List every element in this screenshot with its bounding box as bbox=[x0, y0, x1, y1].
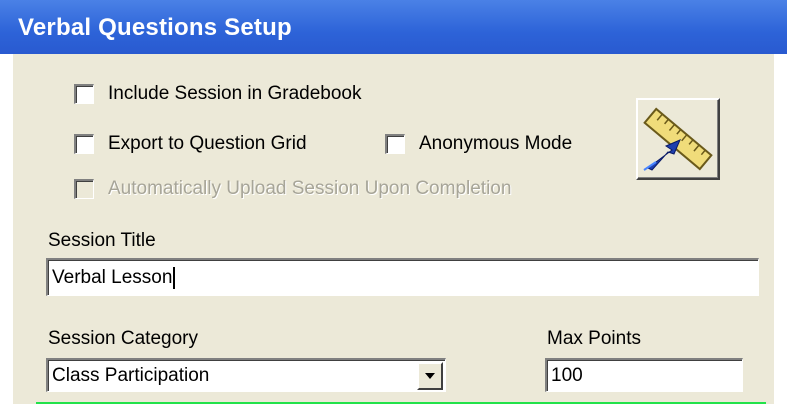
setup-window: Verbal Questions Setup Include Session i… bbox=[0, 0, 787, 404]
left-border bbox=[0, 54, 13, 404]
max-points-label: Max Points bbox=[547, 328, 641, 349]
auto-upload-checkbox bbox=[74, 179, 94, 199]
anonymous-mode-checkbox[interactable] bbox=[385, 134, 405, 154]
auto-upload-option: Automatically Upload Session Upon Comple… bbox=[74, 178, 511, 200]
chevron-down-icon bbox=[425, 373, 435, 379]
anonymous-mode-option[interactable]: Anonymous Mode bbox=[385, 133, 572, 155]
include-gradebook-option[interactable]: Include Session in Gradebook bbox=[74, 83, 362, 105]
include-gradebook-label: Include Session in Gradebook bbox=[108, 83, 362, 104]
session-title-input[interactable]: Verbal Lesson bbox=[46, 258, 759, 296]
text-caret bbox=[173, 266, 176, 289]
session-title-label: Session Title bbox=[48, 230, 156, 251]
export-grid-option[interactable]: Export to Question Grid bbox=[74, 133, 307, 155]
title-bar: Verbal Questions Setup bbox=[0, 0, 787, 54]
include-gradebook-checkbox[interactable] bbox=[74, 84, 94, 104]
export-grid-label: Export to Question Grid bbox=[108, 133, 307, 154]
auto-upload-label: Automatically Upload Session Upon Comple… bbox=[108, 178, 512, 199]
window-title: Verbal Questions Setup bbox=[18, 14, 292, 41]
right-border bbox=[774, 54, 787, 404]
max-points-value: 100 bbox=[551, 364, 583, 386]
session-category-label: Session Category bbox=[48, 328, 198, 349]
settings-tool-button[interactable] bbox=[636, 98, 720, 180]
session-category-value: Class Participation bbox=[52, 364, 210, 386]
ruler-pointer-icon bbox=[643, 107, 713, 171]
max-points-input[interactable]: 100 bbox=[545, 358, 743, 392]
export-grid-checkbox[interactable] bbox=[74, 134, 94, 154]
anonymous-mode-label: Anonymous Mode bbox=[419, 133, 573, 154]
category-dropdown-button[interactable] bbox=[417, 362, 443, 390]
session-title-value: Verbal Lesson bbox=[52, 266, 173, 288]
session-category-select[interactable]: Class Participation bbox=[46, 358, 446, 392]
